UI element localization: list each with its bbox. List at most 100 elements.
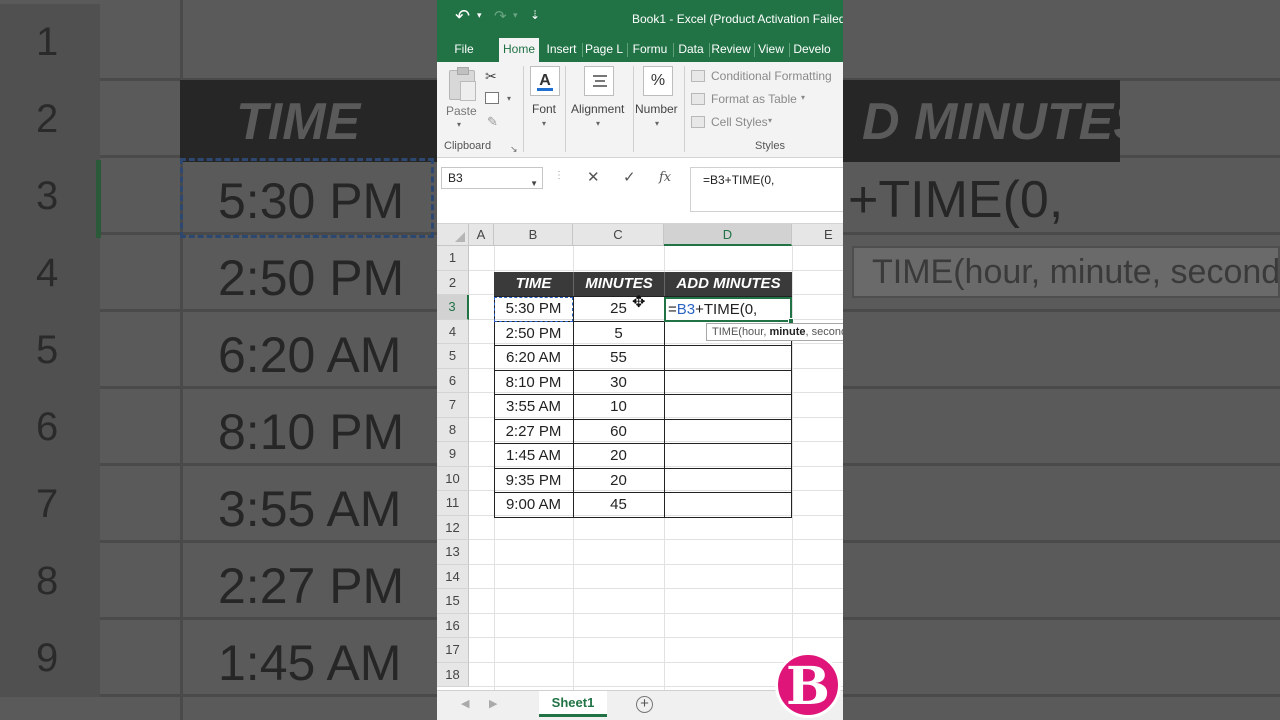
cell-minutes[interactable]: 55 (573, 346, 664, 370)
gridline (469, 588, 843, 589)
table-header-add-minutes[interactable]: ADD MINUTES (664, 272, 792, 296)
tab-page-layout[interactable]: Page L (585, 38, 623, 62)
cell-edit-text[interactable]: =B3+TIME(0, (668, 298, 757, 322)
redo-icon[interactable]: ↷ (494, 7, 507, 25)
cell-time[interactable]: 9:35 PM (494, 469, 573, 493)
column-header-c[interactable]: C (573, 224, 664, 246)
row-header-9[interactable]: 9 (437, 442, 469, 467)
tab-developer[interactable]: Develo (791, 38, 833, 62)
add-sheet-icon[interactable]: + (636, 696, 653, 713)
row-header-14[interactable]: 14 (437, 564, 469, 589)
row-header-12[interactable]: 12 (437, 515, 469, 540)
cell-minutes[interactable]: 45 (573, 493, 664, 517)
bg-time-value: 2:27 PM (218, 558, 405, 614)
row-header-4[interactable]: 4 (437, 319, 469, 344)
row-header-11[interactable]: 11 (437, 491, 469, 516)
font-group-button[interactable]: Font (532, 102, 556, 116)
tab-view[interactable]: View (756, 38, 786, 62)
paste-label[interactable]: Paste (446, 104, 477, 118)
cell-time[interactable]: 6:20 AM (494, 346, 573, 370)
table-header-time[interactable]: TIME (494, 272, 573, 296)
copy-marquee-b3 (494, 297, 573, 322)
alignment-icon[interactable] (584, 66, 614, 96)
number-group-button[interactable]: Number (635, 102, 678, 116)
formula-bar-grip-icon[interactable]: ⋮ (554, 170, 564, 181)
cell-minutes[interactable]: 5 (573, 322, 664, 346)
row-header-15[interactable]: 15 (437, 589, 469, 614)
customize-toolbar-icon[interactable]: ⇣ (530, 8, 540, 22)
paste-dropdown-icon[interactable]: ▾ (457, 120, 461, 129)
row-header-8[interactable]: 8 (437, 417, 469, 442)
cell-minutes[interactable]: 60 (573, 420, 664, 444)
redo-dropdown-icon[interactable]: ▾ (513, 10, 518, 21)
cell-time[interactable]: 1:45 AM (494, 444, 573, 468)
alignment-dropdown-icon[interactable]: ▾ (596, 119, 600, 128)
cell-minutes[interactable]: 20 (573, 469, 664, 493)
function-tooltip[interactable]: TIME(hour, minute, second) (706, 323, 843, 341)
table-header-minutes[interactable]: MINUTES (573, 272, 664, 296)
format-painter-icon[interactable]: ✎ (487, 114, 498, 130)
cut-icon[interactable]: ✂ (485, 68, 497, 85)
row-header-10[interactable]: 10 (437, 466, 469, 491)
row-header-3[interactable]: 3 (437, 295, 469, 320)
row-header-1[interactable]: 1 (437, 246, 469, 271)
row-header-13[interactable]: 13 (437, 540, 469, 565)
alignment-group-button[interactable]: Alignment (571, 102, 624, 116)
column-header-a[interactable]: A (469, 224, 494, 246)
name-box[interactable]: B3 ▼ (441, 167, 543, 189)
clipboard-group-label: Clipboard (444, 140, 492, 152)
cell-minutes[interactable]: 10 (573, 395, 664, 419)
cell-time[interactable]: 8:10 PM (494, 371, 573, 395)
row-header-7[interactable]: 7 (437, 393, 469, 418)
undo-dropdown-icon[interactable]: ▾ (477, 10, 482, 21)
row-header-16[interactable]: 16 (437, 613, 469, 638)
copy-icon[interactable] (485, 92, 499, 104)
clipboard-launcher-icon[interactable]: ↘ (510, 144, 518, 155)
tab-file[interactable]: File (451, 38, 477, 62)
select-all-button[interactable] (437, 224, 469, 246)
tab-home[interactable]: Home (499, 38, 539, 62)
copy-dropdown-icon[interactable]: ▾ (507, 94, 511, 103)
row-header-18[interactable]: 18 (437, 662, 469, 687)
cell-minutes[interactable]: 30 (573, 371, 664, 395)
row-header-17[interactable]: 17 (437, 638, 469, 663)
number-dropdown-icon[interactable]: ▾ (655, 119, 659, 128)
tab-formulas[interactable]: Formu (630, 38, 670, 62)
column-header-b[interactable]: B (494, 224, 573, 246)
name-box-dropdown-icon[interactable]: ▼ (530, 174, 538, 194)
bg-selected-row-marker (96, 160, 101, 238)
tab-review[interactable]: Review (711, 38, 751, 62)
cell-minutes[interactable]: 25 (573, 297, 664, 321)
font-color-a-icon[interactable]: A (530, 66, 560, 96)
tab-insert[interactable]: Insert (544, 38, 579, 62)
cell-minutes[interactable]: 20 (573, 444, 664, 468)
column-header-d[interactable]: D (664, 224, 792, 246)
font-dropdown-icon[interactable]: ▾ (542, 119, 546, 128)
cell-time[interactable]: 9:00 AM (494, 493, 573, 517)
prev-sheet-icon[interactable]: ◀ (461, 697, 469, 710)
enter-check-icon[interactable]: ✓ (623, 168, 636, 186)
worksheet-grid[interactable]: A B C D E 1 2 3 4 5 6 7 8 9 10 11 12 13 14 15 16 17 18 TI… (437, 224, 843, 690)
cell-styles-dropdown-icon: ▾ (768, 116, 773, 125)
sheet-tab-sheet1[interactable]: Sheet1 (539, 691, 607, 717)
row-header-6[interactable]: 6 (437, 368, 469, 393)
insert-function-icon[interactable]: fx (659, 170, 671, 185)
next-sheet-icon[interactable]: ▶ (489, 697, 497, 710)
paste-icon[interactable] (449, 67, 476, 101)
bg-row-number: 3 (0, 158, 100, 235)
tab-separator (754, 43, 755, 57)
row-header-5[interactable]: 5 (437, 344, 469, 369)
cell-time[interactable]: 3:55 AM (494, 395, 573, 419)
percent-icon[interactable]: % (643, 66, 673, 96)
cancel-icon[interactable]: ✕ (587, 168, 600, 186)
formula-input[interactable]: =B3+TIME(0, (690, 167, 843, 212)
cell-time[interactable]: 2:27 PM (494, 420, 573, 444)
row-header-2[interactable]: 2 (437, 270, 469, 295)
column-header-e[interactable]: E (792, 224, 843, 246)
ribbon-tabs: File Home Insert Page L Formu Data Revie… (437, 38, 843, 62)
tab-data[interactable]: Data (676, 38, 706, 62)
cell-time[interactable]: 2:50 PM (494, 322, 573, 346)
bg-row-number: 5 (0, 312, 100, 389)
undo-icon[interactable]: ↶ (455, 6, 470, 27)
ribbon: Paste ▾ ✂ ▾ ✎ Clipboard ↘ A Font ▾ Align… (437, 62, 843, 158)
